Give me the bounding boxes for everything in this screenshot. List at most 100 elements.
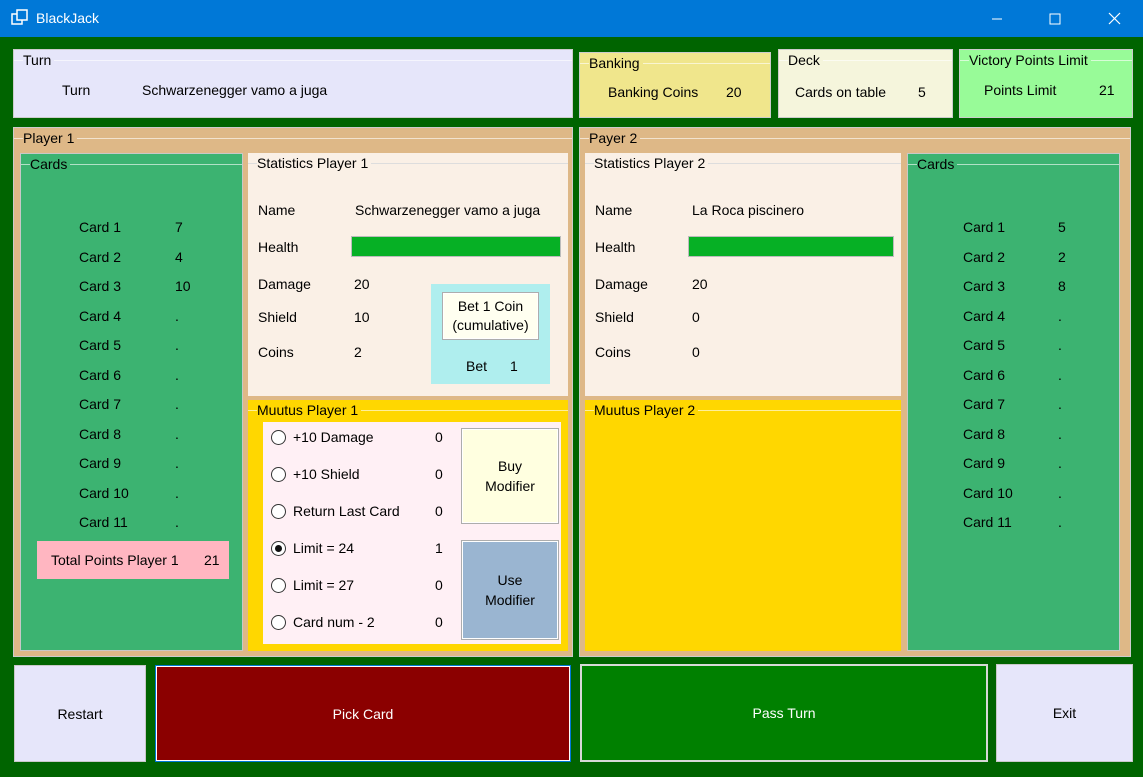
player2-health-label: Health bbox=[595, 239, 636, 255]
player1-card-value: . bbox=[175, 484, 179, 501]
turn-label: Turn bbox=[62, 82, 91, 98]
victory-group-title: Victory Points Limit bbox=[969, 52, 1091, 68]
player1-card-label: Card 1 bbox=[79, 219, 122, 235]
player2-modifiers-title: Muutus Player 2 bbox=[594, 402, 699, 418]
player2-card-label: Card 1 bbox=[963, 219, 1006, 235]
player1-card-value: 10 bbox=[175, 278, 191, 294]
app-icon bbox=[11, 9, 28, 25]
player2-cards-title: Cards bbox=[917, 156, 958, 172]
player2-panel: Payer 2 Statistics Player 2 Name La Roca… bbox=[579, 127, 1131, 657]
player2-card-label: Card 11 bbox=[963, 514, 1012, 530]
player1-stats-group: Statistics Player 1 Name Schwarzenegger … bbox=[248, 153, 568, 396]
turn-group: Turn Turn Schwarzenegger vamo a juga bbox=[13, 49, 573, 118]
modifier-option[interactable]: Return Last Card 0 bbox=[271, 502, 451, 522]
radio-button[interactable] bbox=[271, 541, 286, 556]
player2-card-label: Card 4 bbox=[963, 307, 1006, 324]
restart-button[interactable]: Restart bbox=[14, 665, 146, 762]
player2-card-label: Card 2 bbox=[963, 248, 1006, 265]
close-icon bbox=[1108, 12, 1120, 25]
title-bar: BlackJack bbox=[0, 0, 1143, 37]
modifier-option[interactable]: +10 Shield 0 bbox=[271, 465, 451, 485]
player2-stats-title: Statistics Player 2 bbox=[594, 155, 709, 171]
player2-title: Payer 2 bbox=[589, 130, 641, 146]
window-title: BlackJack bbox=[36, 10, 100, 26]
player1-card-value: . bbox=[175, 514, 179, 530]
player2-card-value: . bbox=[1058, 425, 1062, 442]
turn-group-title: Turn bbox=[23, 52, 55, 68]
pass-turn-button[interactable]: Pass Turn bbox=[580, 664, 988, 762]
close-button[interactable] bbox=[1085, 0, 1143, 37]
radio-button[interactable] bbox=[271, 578, 286, 593]
player2-name-value: La Roca piscinero bbox=[692, 202, 805, 218]
player1-name-label: Name bbox=[258, 202, 296, 218]
player2-card-value: . bbox=[1058, 514, 1062, 530]
player2-card-label: Card 5 bbox=[963, 337, 1006, 353]
player2-damage-value: 20 bbox=[692, 276, 708, 292]
cards-on-table-label: Cards on table bbox=[795, 84, 887, 100]
player2-card-label: Card 6 bbox=[963, 366, 1006, 383]
minimize-button[interactable] bbox=[968, 0, 1026, 37]
player1-stats-title: Statistics Player 1 bbox=[257, 155, 372, 171]
modifier-label: Card num - 2 bbox=[293, 614, 375, 630]
player2-cards-group: Cards Card 1 5 Card 2 2 Card 3 8 Card 4. Card 5… bbox=[907, 153, 1120, 651]
bet-value: 1 bbox=[510, 358, 518, 374]
player2-card-label: Card 3 bbox=[963, 278, 1006, 294]
cards-on-table-value: 5 bbox=[918, 84, 926, 100]
player1-card-value: . bbox=[175, 337, 179, 353]
player2-health-bar bbox=[688, 236, 894, 257]
minimize-icon bbox=[992, 18, 1002, 19]
banking-group: Banking Banking Coins 20 bbox=[579, 52, 771, 118]
player1-health-fill bbox=[352, 237, 560, 256]
modifier-option[interactable]: +10 Damage 0 bbox=[271, 428, 451, 448]
radio-button[interactable] bbox=[271, 615, 286, 630]
player1-card-label: Card 7 bbox=[79, 396, 122, 412]
player1-health-bar bbox=[351, 236, 561, 257]
player1-card-value: . bbox=[175, 307, 179, 324]
player1-panel: Player 1 Cards Card 1 7 Card 2 4 Card 3 10 Car… bbox=[13, 127, 573, 657]
modifier-count: 0 bbox=[435, 577, 443, 593]
buy-modifier-button[interactable]: Buy Modifier bbox=[461, 428, 559, 524]
player2-card-value: 8 bbox=[1058, 278, 1066, 294]
turn-value: Schwarzenegger vamo a juga bbox=[142, 82, 328, 98]
exit-button[interactable]: Exit bbox=[996, 664, 1133, 762]
player1-health-label: Health bbox=[258, 239, 299, 255]
player1-card-value: 7 bbox=[175, 219, 183, 235]
maximize-icon bbox=[1049, 13, 1061, 24]
bet-box: Bet 1 Coin (cumulative) Bet 1 bbox=[431, 284, 550, 384]
player1-shield-label: Shield bbox=[258, 309, 297, 325]
player2-stats-group: Statistics Player 2 Name La Roca piscine… bbox=[585, 153, 901, 396]
bet-label: Bet bbox=[466, 358, 488, 374]
player2-coins-label: Coins bbox=[595, 344, 631, 360]
banking-group-title: Banking bbox=[589, 55, 643, 71]
player2-card-label: Card 8 bbox=[963, 425, 1006, 442]
modifier-option[interactable]: Limit = 24 1 bbox=[271, 539, 451, 559]
player1-card-label: Card 5 bbox=[79, 337, 122, 353]
player2-shield-value: 0 bbox=[692, 309, 700, 325]
modifier-label: Limit = 24 bbox=[293, 540, 355, 556]
player1-card-label: Card 11 bbox=[79, 514, 128, 530]
bet-button[interactable]: Bet 1 Coin (cumulative) bbox=[442, 292, 539, 340]
radio-button[interactable] bbox=[271, 504, 286, 519]
victory-group: Victory Points Limit Points Limit 21 bbox=[959, 49, 1133, 118]
points-limit-label: Points Limit bbox=[984, 82, 1057, 98]
player2-card-value: . bbox=[1058, 337, 1062, 353]
player1-card-label: Card 6 bbox=[79, 366, 122, 383]
player1-card-label: Card 8 bbox=[79, 425, 122, 442]
player2-card-value: 5 bbox=[1058, 219, 1066, 235]
use-modifier-button[interactable]: Use Modifier bbox=[461, 540, 559, 640]
player2-damage-label: Damage bbox=[595, 276, 648, 292]
radio-button[interactable] bbox=[271, 467, 286, 482]
player2-card-label: Card 9 bbox=[963, 455, 1006, 471]
player1-card-label: Card 9 bbox=[79, 455, 122, 471]
maximize-button[interactable] bbox=[1026, 0, 1084, 37]
player2-card-value: . bbox=[1058, 396, 1062, 412]
radio-button[interactable] bbox=[271, 430, 286, 445]
points-limit-value: 21 bbox=[1099, 82, 1115, 98]
modifier-option[interactable]: Limit = 27 0 bbox=[271, 576, 451, 596]
player1-modifiers-group: Muutus Player 1 +10 Damage 0 +10 Shield 0 Re… bbox=[248, 400, 568, 651]
modifier-count: 0 bbox=[435, 503, 443, 519]
pick-card-button[interactable]: Pick Card bbox=[155, 665, 571, 762]
modifier-option[interactable]: Card num - 2 0 bbox=[271, 613, 451, 633]
deck-group: Deck Cards on table 5 bbox=[778, 49, 953, 118]
player1-coins-value: 2 bbox=[354, 344, 362, 360]
